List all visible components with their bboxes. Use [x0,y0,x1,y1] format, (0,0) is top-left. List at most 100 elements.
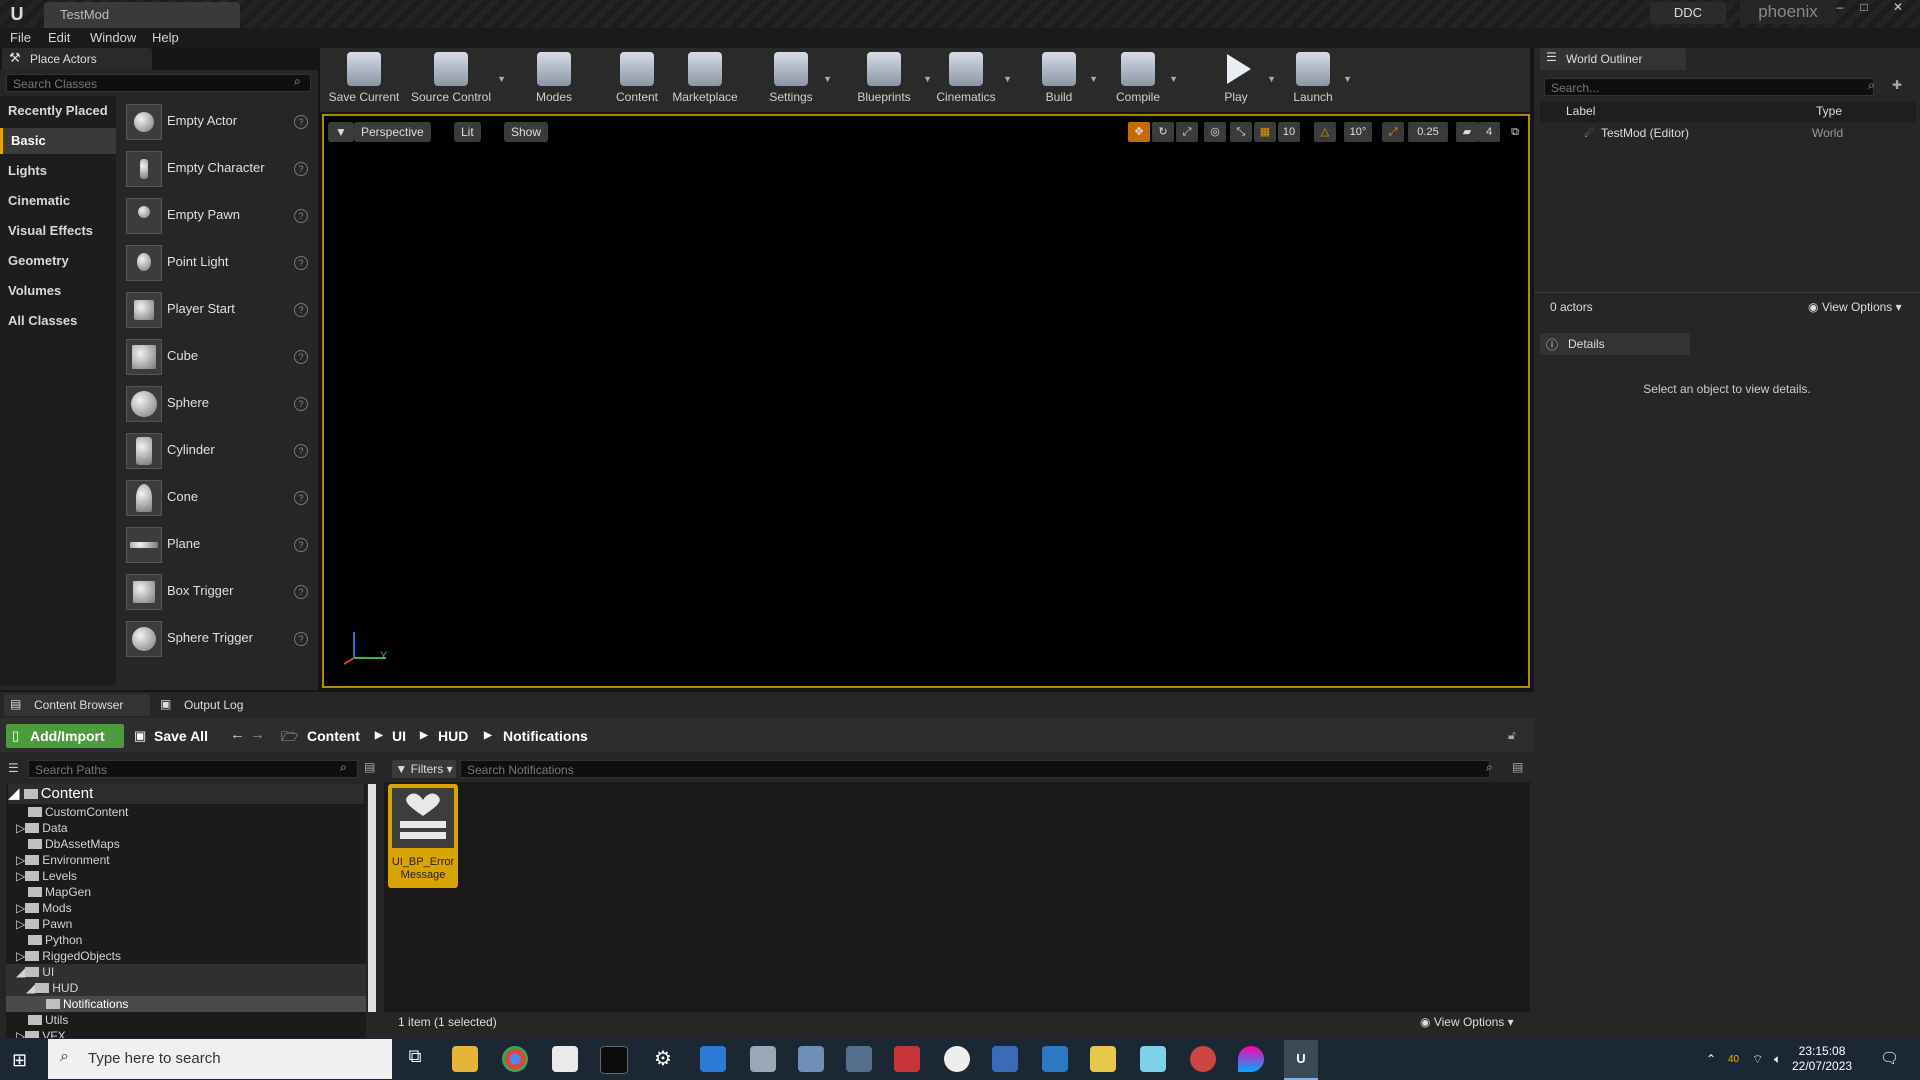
content-button[interactable]: Content [610,50,664,110]
dropdown-icon[interactable]: ▼ [1089,74,1098,84]
tree-item-customcontent[interactable]: CustomContent [28,804,128,820]
search-assets-input[interactable]: Search Notifications [460,760,1490,778]
notifications-icon[interactable]: 🗨︎ [1880,1049,1899,1067]
outliner-row-label[interactable]: TestMod (Editor) [1601,126,1689,140]
app-icon[interactable] [992,1046,1018,1072]
actor-cylinder[interactable]: Cylinder? [122,429,312,473]
dropdown-icon[interactable]: ▼ [1169,74,1178,84]
compile-button[interactable]: Compile ▼ [1110,50,1178,110]
app-icon[interactable] [1042,1046,1068,1072]
camera-speed-value[interactable]: 4 [1478,122,1500,142]
app-icon[interactable] [944,1046,970,1072]
menu-file[interactable]: File [10,28,31,48]
help-icon[interactable]: ? [294,303,308,317]
category-lights[interactable]: Lights [0,158,116,184]
ddc-button[interactable]: DDC [1650,2,1726,24]
camera-speed-icon[interactable]: ▰ [1456,122,1478,142]
modes-button[interactable]: Modes [528,50,580,110]
tree-item-environment[interactable]: ▷ Environment [16,852,110,868]
category-volumes[interactable]: Volumes [0,278,116,304]
help-icon[interactable]: ? [294,538,308,552]
tree-item-data[interactable]: ▷ Data [16,820,68,836]
network-icon[interactable]: ⌔ [1752,1052,1763,1067]
category-all-classes[interactable]: All Classes [0,308,116,334]
app-icon[interactable] [894,1046,920,1072]
actor-empty-actor[interactable]: Empty Actor? [122,100,312,144]
help-icon[interactable]: ? [294,444,308,458]
category-visual-effects[interactable]: Visual Effects [0,218,116,244]
actor-cube[interactable]: Cube? [122,335,312,379]
show-button[interactable]: Show [504,122,549,142]
filters-button[interactable]: ▼ Filters ▾ [392,760,456,778]
tree-item-riggedobjects[interactable]: ▷ RiggedObjects [16,948,121,964]
dropdown-icon[interactable]: ▼ [497,74,506,84]
level-viewport[interactable] [322,114,1530,688]
translate-icon[interactable]: ✥ [1128,122,1150,142]
source-control-button[interactable]: Source Control ▼ [408,50,506,110]
dropdown-icon[interactable]: ▼ [1343,74,1352,84]
add-import-button[interactable]: Add/Import [6,724,124,748]
rotate-icon[interactable]: ↻ [1152,122,1174,142]
file-explorer-icon[interactable] [452,1046,478,1072]
tree-item-ui[interactable]: ◢ UI [6,964,366,980]
tree-item-vfx[interactable]: ▷ VFX [16,1028,66,1038]
app-icon[interactable] [1140,1046,1166,1072]
tab-place-actors[interactable]: Place Actors [2,48,152,70]
dropdown-icon[interactable]: ▼ [823,74,832,84]
actor-empty-pawn[interactable]: Empty Pawn? [122,194,312,238]
app-icon[interactable] [1238,1046,1264,1072]
asset-view-options[interactable]: ◉ View Options ▾ [1420,1015,1514,1029]
maximize-viewport-icon[interactable]: ⧉ [1504,122,1526,142]
menu-help[interactable]: Help [152,28,179,48]
forward-arrow-icon[interactable]: → [250,726,265,743]
tab-content-browser[interactable]: Content Browser [4,694,150,716]
actor-empty-character[interactable]: Empty Character? [122,147,312,191]
actor-plane[interactable]: Plane? [122,523,312,567]
world-icon[interactable]: ◎ [1204,122,1226,142]
help-icon[interactable]: ? [294,632,308,646]
volume-icon[interactable]: 🔈︎ [1774,1052,1781,1067]
maximize-button[interactable]: □ [1852,0,1876,16]
help-icon[interactable]: ? [294,350,308,364]
tree-item-hud[interactable]: ◢ HUD [6,980,366,996]
save-search-icon[interactable]: ▤ [1512,760,1523,774]
actor-sphere-trigger[interactable]: Sphere Trigger? [122,617,312,661]
grid-size-value[interactable]: 10 [1278,122,1300,142]
dropdown-icon[interactable]: ▼ [1003,74,1012,84]
save-current-button[interactable]: Save Current [326,50,402,110]
cinematics-button[interactable]: Cinematics ▼ [932,50,1012,110]
category-recently-placed[interactable]: Recently Placed [0,98,116,124]
menu-window[interactable]: Window [90,28,136,48]
tree-item-levels[interactable]: ▷ Levels [16,868,77,884]
rotation-snap-icon[interactable]: △ [1314,122,1336,142]
minimize-button[interactable]: – [1828,0,1852,16]
tab-world-outliner[interactable]: World Outliner [1540,48,1686,70]
asset-tile[interactable]: UI_BP_Error Message [388,784,458,888]
surface-snap-icon[interactable]: ⤡ [1230,122,1252,142]
task-view-icon[interactable]: ⧉ [402,1046,428,1072]
chrome-icon[interactable] [502,1046,528,1072]
tab-details[interactable]: Details [1540,333,1690,355]
sticky-notes-icon[interactable] [1090,1046,1116,1072]
category-basic[interactable]: Basic [0,128,116,154]
column-type[interactable]: Type [1816,104,1842,118]
back-arrow-icon[interactable]: ← [230,726,245,743]
tree-scrollbar[interactable] [368,784,376,1012]
actor-player-start[interactable]: Player Start? [122,288,312,332]
actor-box-trigger[interactable]: Box Trigger? [122,570,312,614]
outliner-search-input[interactable]: Search... [1544,78,1874,96]
windows-start-icon[interactable]: ⊞ [12,1050,34,1070]
tree-item-pawn[interactable]: ▷ Pawn [16,916,72,932]
play-button[interactable]: Play ▼ [1208,50,1276,110]
blueprints-button[interactable]: Blueprints ▼ [848,50,932,110]
help-icon[interactable]: ? [294,115,308,129]
help-icon[interactable]: ? [294,209,308,223]
category-geometry[interactable]: Geometry [0,248,116,274]
help-icon[interactable]: ? [294,162,308,176]
scale-icon[interactable]: ⤢ [1176,122,1198,142]
breadcrumb-notifications[interactable]: Notifications [503,724,588,748]
close-button[interactable]: ✕ [1886,0,1910,16]
taskbar-search[interactable]: Type here to search [48,1039,392,1079]
unreal-editor-taskbar-icon[interactable]: U [1284,1040,1318,1080]
taskbar-clock[interactable]: 23:15:08 22/07/2023 [1792,1044,1852,1074]
